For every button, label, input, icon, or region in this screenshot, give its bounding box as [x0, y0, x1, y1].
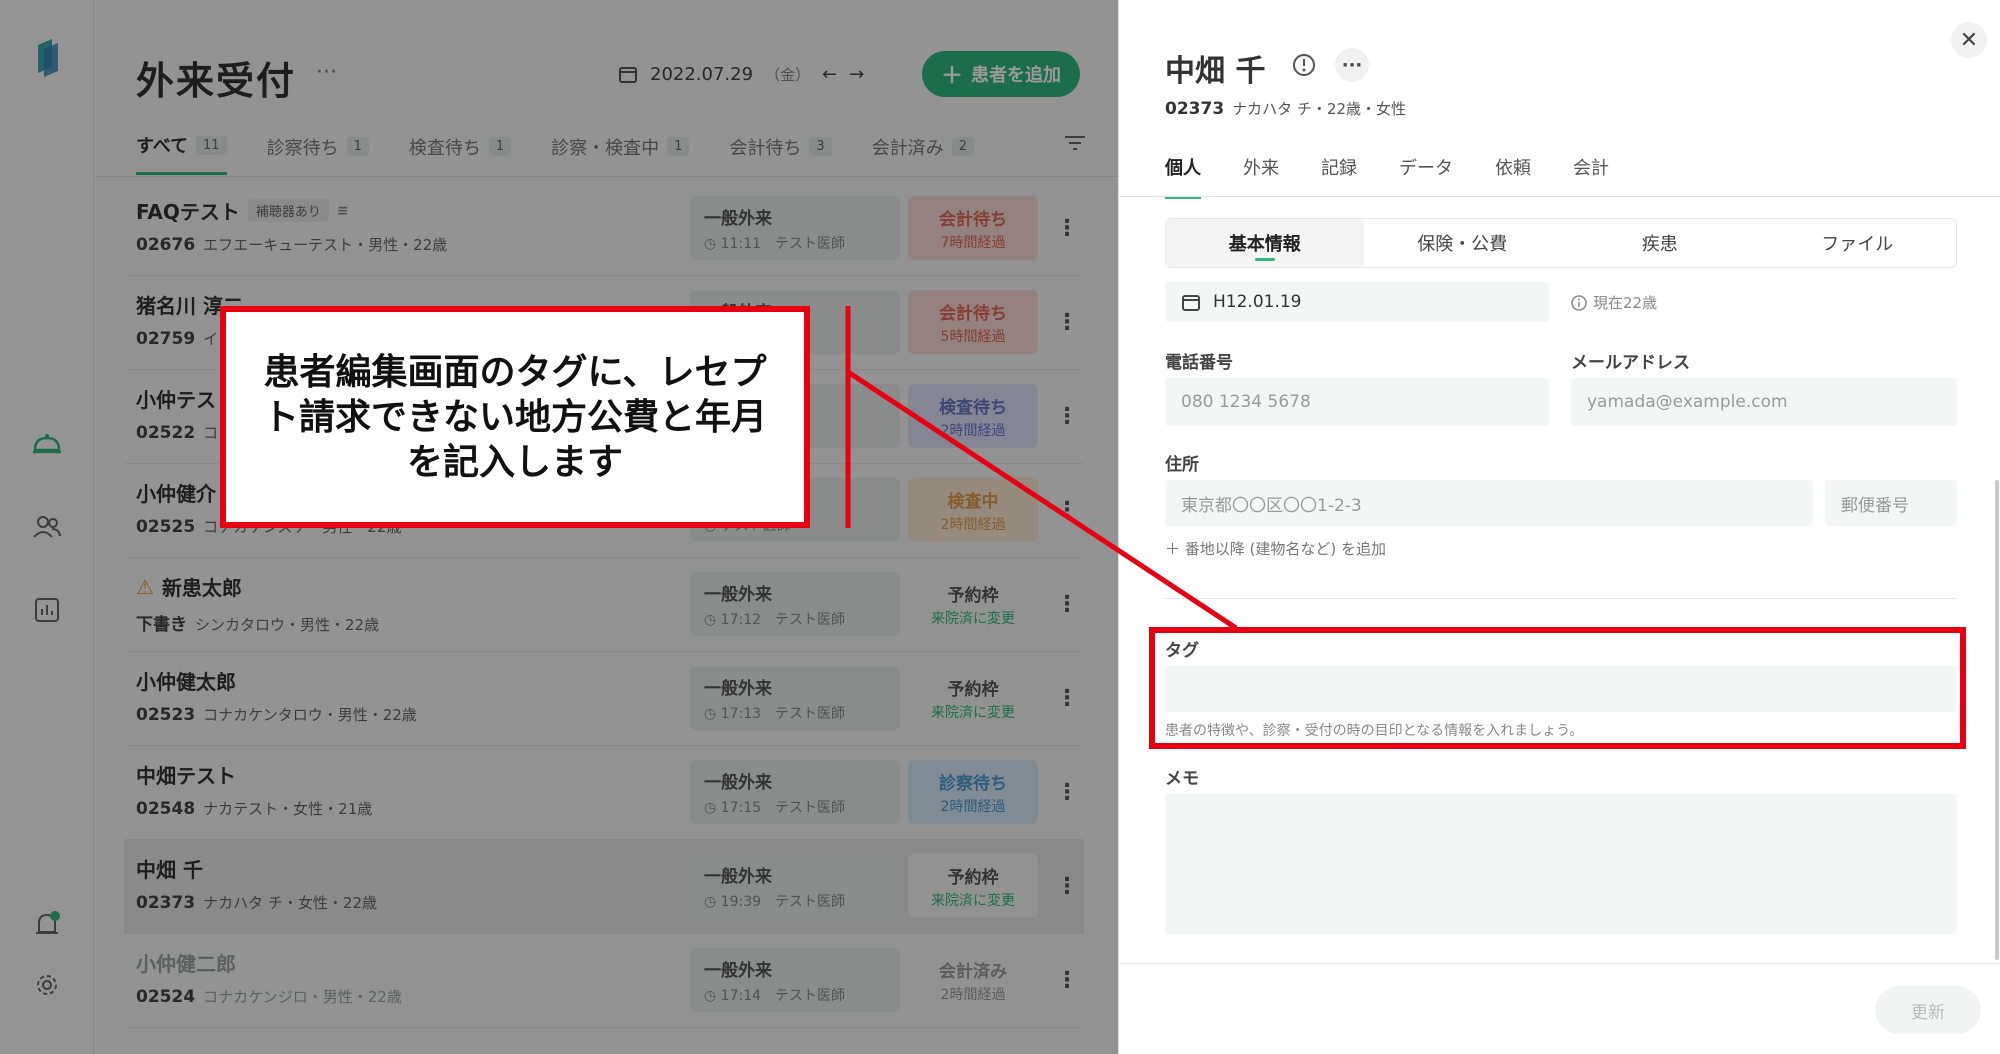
- patient-subinfo: 02373 ナカハタ チ・22歳・女性: [1165, 98, 1406, 119]
- scrollbar[interactable]: [1995, 480, 1999, 960]
- patient-id: 02373: [1165, 99, 1225, 119]
- patient-name: 中畑 千: [1165, 54, 1266, 89]
- birthdate-field[interactable]: H12.01.19: [1165, 282, 1549, 322]
- tab-outpatient[interactable]: 外来: [1243, 154, 1279, 199]
- add-address-text: 番地以降 (建物名など) を追加: [1184, 540, 1387, 558]
- subtab-diseases[interactable]: 疾患: [1561, 219, 1759, 267]
- patient-info: ナカハタ チ・22歳・女性: [1232, 100, 1407, 118]
- tab-data[interactable]: データ: [1399, 154, 1453, 199]
- memo-label: メモ: [1165, 769, 1199, 789]
- birthdate-value: H12.01.19: [1213, 292, 1302, 312]
- subtab-insurance[interactable]: 保険・公費: [1364, 219, 1562, 267]
- more-options-button[interactable]: ···: [1335, 48, 1369, 82]
- tab-requests[interactable]: 依頼: [1495, 154, 1531, 199]
- phone-field[interactable]: 080 1234 5678: [1165, 378, 1549, 426]
- sub-tabs: 基本情報 保険・公費 疾患 ファイル: [1165, 218, 1957, 268]
- address-label: 住所: [1165, 455, 1199, 475]
- postal-code-field[interactable]: 郵便番号: [1825, 480, 1957, 526]
- annotation-text: 患者編集画面のタグに、レセプ ト請求できない地方公費と年月 を記入します: [262, 351, 767, 483]
- age-note: 現在22歳: [1571, 292, 1657, 313]
- patient-edit-drawer: ✕ 中畑 千 ··· 02373 ナカハタ チ・22歳・女性 個人 外来 記録 デ…: [1118, 0, 2000, 1054]
- subtab-basic-info[interactable]: 基本情報: [1166, 219, 1364, 267]
- tab-personal[interactable]: 個人: [1165, 154, 1201, 199]
- tab-records[interactable]: 記録: [1321, 154, 1357, 199]
- alert-icon[interactable]: [1289, 50, 1319, 80]
- close-icon[interactable]: ✕: [1951, 22, 1987, 58]
- drawer-tabs: 個人 外来 記録 データ 依頼 会計: [1165, 154, 1609, 199]
- tag-field-highlight: [1149, 627, 1966, 749]
- divider: [1119, 196, 2000, 197]
- memo-textarea[interactable]: [1165, 794, 1957, 934]
- age-note-text: 現在22歳: [1593, 294, 1658, 312]
- address-field[interactable]: 東京都〇〇区〇〇1-2-3: [1165, 480, 1813, 526]
- email-label: メールアドレス: [1571, 353, 1690, 373]
- plus-icon: ＋: [1165, 540, 1185, 558]
- info-icon: [1571, 294, 1587, 311]
- annotation-callout: 患者編集画面のタグに、レセプ ト請求できない地方公費と年月 を記入します: [220, 306, 810, 528]
- divider: [1165, 598, 1957, 599]
- divider: [1119, 963, 2000, 964]
- update-button[interactable]: 更新: [1875, 986, 1981, 1034]
- email-field[interactable]: yamada@example.com: [1571, 378, 1957, 426]
- add-address-link[interactable]: ＋ 番地以降 (建物名など) を追加: [1165, 538, 1386, 559]
- tab-billing[interactable]: 会計: [1573, 154, 1609, 199]
- calendar-icon: [1182, 295, 1200, 311]
- subtab-files[interactable]: ファイル: [1759, 219, 1957, 267]
- phone-label: 電話番号: [1165, 353, 1233, 373]
